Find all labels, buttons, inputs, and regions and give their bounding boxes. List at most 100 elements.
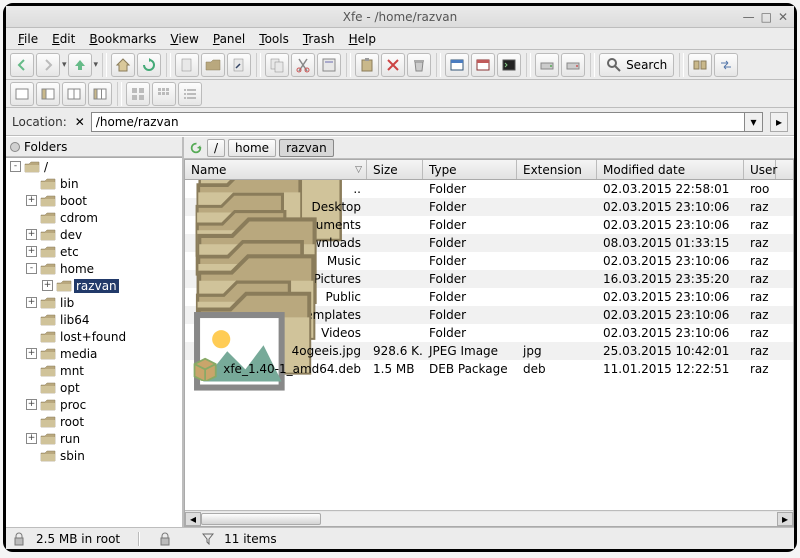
location-bar: Location: ✕ ▾ ▸ [6, 108, 794, 136]
unmount-button[interactable] [561, 53, 585, 77]
link-button[interactable] [227, 53, 251, 77]
menu-file[interactable]: File [12, 30, 44, 47]
view-small-icons[interactable] [152, 82, 176, 106]
scroll-left-icon[interactable]: ◂ [185, 512, 201, 526]
minimize-icon[interactable]: — [743, 10, 755, 24]
horizontal-scrollbar[interactable]: ◂ ▸ [185, 510, 793, 526]
view-big-icons[interactable] [126, 82, 150, 106]
scroll-right-icon[interactable]: ▸ [777, 512, 793, 526]
tree-item-sbin[interactable]: sbin [6, 447, 182, 464]
menu-bar: FileEditBookmarksViewPanelToolsTrashHelp [6, 28, 794, 50]
filter-icon [202, 533, 214, 545]
copy-button[interactable] [265, 53, 289, 77]
panel-layout-1[interactable] [10, 82, 34, 106]
new-window-button[interactable] [445, 53, 469, 77]
paste-button[interactable] [355, 53, 379, 77]
column-header-mod[interactable]: Modified date [597, 160, 744, 179]
menu-panel[interactable]: Panel [207, 30, 251, 47]
view-details[interactable] [178, 82, 202, 106]
new-root-window-button[interactable] [471, 53, 495, 77]
maximize-icon[interactable]: □ [761, 10, 772, 24]
sync-panels-button[interactable] [688, 53, 712, 77]
tree-expander-icon[interactable]: + [26, 246, 37, 257]
menu-tools[interactable]: Tools [253, 30, 295, 47]
location-dropdown-icon[interactable]: ▾ [745, 112, 763, 132]
tree-item-root[interactable]: root [6, 413, 182, 430]
tree-item-mnt[interactable]: mnt [6, 362, 182, 379]
lock-icon [158, 532, 172, 546]
menu-trash[interactable]: Trash [297, 30, 341, 47]
refresh-button[interactable] [137, 53, 161, 77]
sidebar: Folders -/bin+bootcdrom+dev+etc-home+raz… [6, 137, 184, 527]
tree-item-razvan[interactable]: +razvan [6, 277, 182, 294]
tree-item-cdrom[interactable]: cdrom [6, 209, 182, 226]
close-icon[interactable]: ✕ [778, 10, 788, 24]
tree-item-run[interactable]: +run [6, 430, 182, 447]
mount-button[interactable] [535, 53, 559, 77]
search-button[interactable]: Search [599, 53, 674, 77]
column-header-name[interactable]: Name▽ [185, 160, 367, 179]
chevron-down-icon[interactable]: ▾ [94, 60, 99, 70]
column-header-user[interactable]: User [744, 160, 776, 179]
chevron-down-icon[interactable]: ▾ [62, 60, 67, 70]
tree-expander-icon[interactable]: - [26, 263, 37, 274]
reload-icon[interactable] [188, 140, 204, 156]
tree-expander-icon[interactable]: + [26, 348, 37, 359]
menu-help[interactable]: Help [343, 30, 382, 47]
column-header-type[interactable]: Type [423, 160, 517, 179]
tree-item-dev[interactable]: +dev [6, 226, 182, 243]
toolbar-main: ▾ ▾ Search [6, 50, 794, 80]
delete-button[interactable] [381, 53, 405, 77]
tree-expander-icon[interactable]: + [26, 399, 37, 410]
tree-item-opt[interactable]: opt [6, 379, 182, 396]
list-item[interactable]: xfe_1.40-1_amd64.deb1.5 MBDEB Packagedeb… [185, 360, 793, 378]
tree-item-home[interactable]: -home [6, 260, 182, 277]
tree-item-media[interactable]: +media [6, 345, 182, 362]
tree-expander-icon[interactable]: + [42, 280, 53, 291]
column-header-size[interactable]: Size [367, 160, 423, 179]
tree-item-bin[interactable]: bin [6, 175, 182, 192]
sidebar-toggle-icon[interactable] [10, 142, 20, 152]
tree-expander-icon[interactable]: + [26, 229, 37, 240]
location-input[interactable] [91, 112, 745, 132]
panel-layout-3[interactable] [62, 82, 86, 106]
panel-layout-2[interactable] [36, 82, 60, 106]
cut-button[interactable] [291, 53, 315, 77]
menu-bookmarks[interactable]: Bookmarks [83, 30, 162, 47]
tree-item-boot[interactable]: +boot [6, 192, 182, 209]
location-go-icon[interactable]: ▸ [770, 112, 788, 132]
new-folder-button[interactable] [201, 53, 225, 77]
path-segment[interactable]: razvan [279, 139, 334, 157]
location-clear-icon[interactable]: ✕ [73, 115, 87, 129]
nav-back-button[interactable] [10, 53, 34, 77]
panel-layout-4[interactable] [88, 82, 112, 106]
column-header-ext[interactable]: Extension [517, 160, 597, 179]
tree-expander-icon[interactable]: - [10, 161, 21, 172]
swap-panels-button[interactable] [714, 53, 738, 77]
window-title: Xfe - /home/razvan [6, 10, 794, 24]
terminal-button[interactable] [497, 53, 521, 77]
trash-button[interactable] [407, 53, 431, 77]
file-list[interactable]: Name▽SizeTypeExtensionModified dateUser … [184, 159, 794, 527]
folder-tree[interactable]: -/bin+bootcdrom+dev+etc-home+razvan+libl… [6, 157, 182, 527]
tree-expander-icon[interactable]: + [26, 195, 37, 206]
tree-item-proc[interactable]: +proc [6, 396, 182, 413]
nav-up-button[interactable] [68, 53, 92, 77]
tree-item-lib64[interactable]: lib64 [6, 311, 182, 328]
tree-expander-icon[interactable]: + [26, 433, 37, 444]
menu-edit[interactable]: Edit [46, 30, 81, 47]
menu-view[interactable]: View [164, 30, 204, 47]
tree-item-[interactable]: -/ [6, 158, 182, 175]
new-file-button[interactable] [175, 53, 199, 77]
tree-expander-icon[interactable]: + [26, 297, 37, 308]
tree-item-lib[interactable]: +lib [6, 294, 182, 311]
status-left: 2.5 MB in root [36, 532, 120, 546]
tree-item-lostfound[interactable]: lost+found [6, 328, 182, 345]
scroll-thumb[interactable] [201, 513, 321, 525]
tree-item-etc[interactable]: +etc [6, 243, 182, 260]
path-segment[interactable]: home [228, 139, 276, 157]
properties-button[interactable] [317, 53, 341, 77]
nav-forward-button[interactable] [36, 53, 60, 77]
home-button[interactable] [111, 53, 135, 77]
path-segment[interactable]: / [207, 139, 225, 157]
